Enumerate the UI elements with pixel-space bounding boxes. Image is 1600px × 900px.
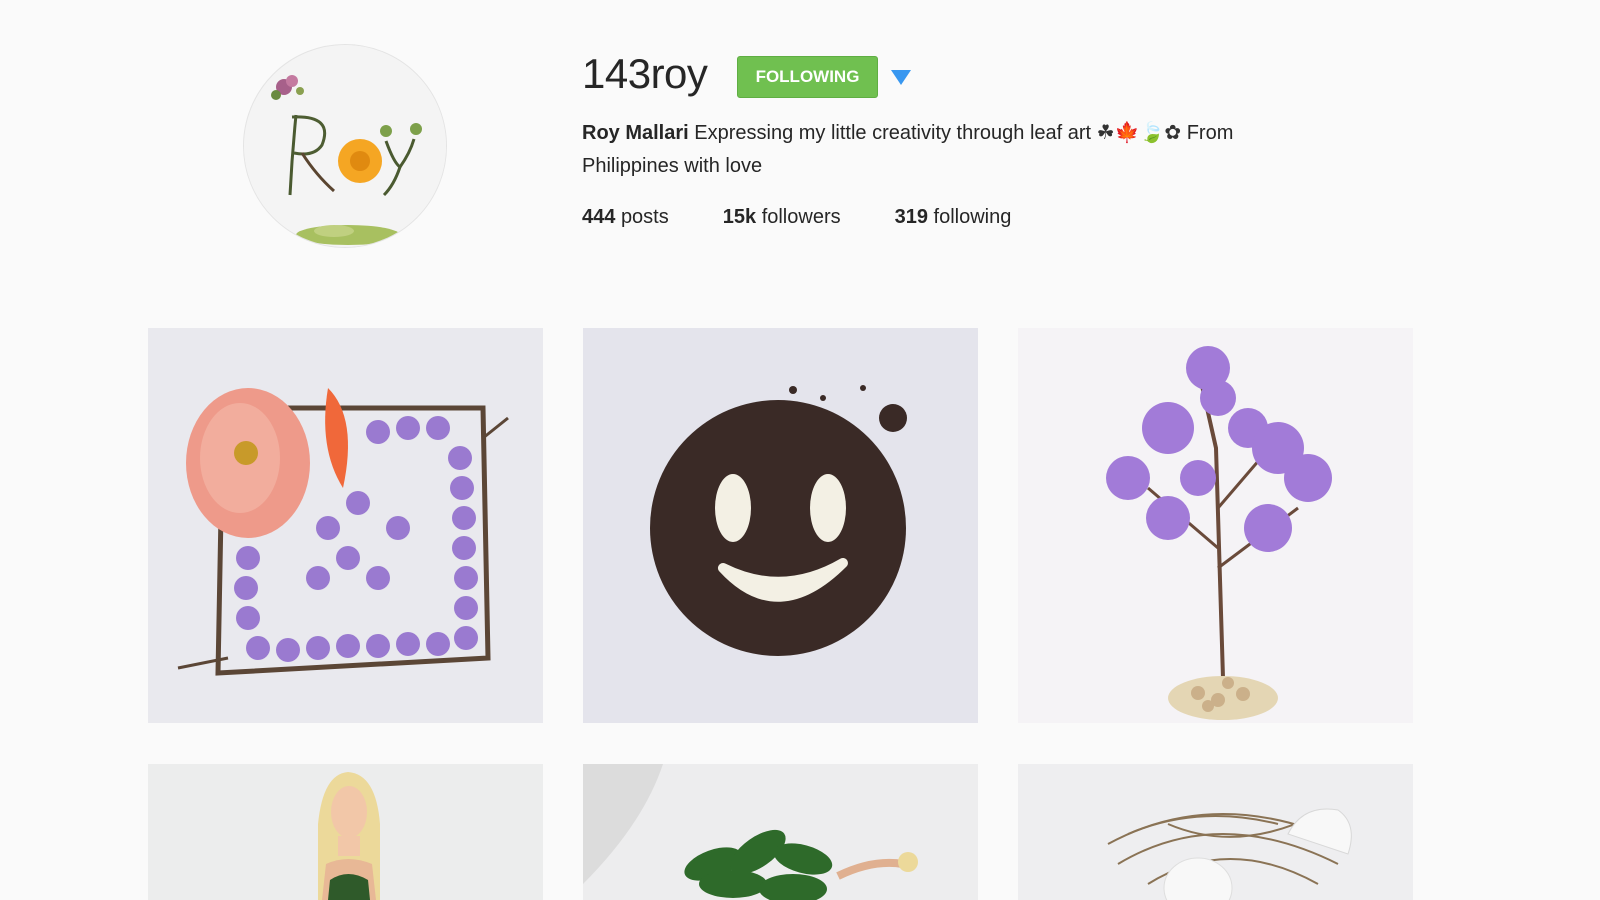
- post-tile-2[interactable]: [583, 328, 978, 723]
- post-tile-6[interactable]: [1018, 764, 1413, 900]
- profile-stats: 444 posts 15k followers 319 following: [582, 202, 1065, 232]
- profile-bio: Roy Mallari Expressing my little creativ…: [582, 117, 1322, 183]
- leaf-art-avatar-icon: [244, 45, 446, 247]
- post-tile-4[interactable]: [148, 764, 543, 900]
- purple-tree-photo: [1018, 328, 1413, 723]
- profile-full-name: Roy Mallari: [582, 122, 689, 144]
- doll-photo: [148, 764, 543, 900]
- stat-followers-label: followers: [761, 206, 841, 228]
- stat-followers[interactable]: 15k followers: [723, 202, 841, 232]
- options-dropdown-button[interactable]: [890, 68, 912, 86]
- following-button[interactable]: FOLLOWING: [737, 56, 878, 98]
- triangle-down-icon: [891, 70, 911, 85]
- post-tile-5[interactable]: [583, 764, 978, 900]
- profile-username: 143roy: [582, 50, 708, 97]
- stat-posts: 444 posts: [582, 202, 669, 232]
- bio-text: Expressing my little creativity through …: [694, 122, 1092, 144]
- stat-posts-label: posts: [620, 206, 669, 228]
- stat-following-label: following: [933, 206, 1012, 228]
- bio-emoji: ☘🍁🍃✿: [1096, 122, 1182, 144]
- stat-followers-value: 15k: [722, 206, 757, 228]
- bird-nest-egg-photo: [1018, 764, 1413, 900]
- profile-avatar[interactable]: [243, 44, 447, 248]
- post-tile-3[interactable]: [1018, 328, 1413, 723]
- stat-posts-value: 444: [582, 206, 616, 228]
- post-tile-1[interactable]: [148, 328, 543, 723]
- green-leaves-photo: [583, 764, 978, 900]
- cookie-smiley-photo: [583, 328, 978, 723]
- stat-following[interactable]: 319 following: [895, 202, 1012, 232]
- profile-page: 143roy FOLLOWING Roy Mallari Expressing …: [0, 0, 1600, 900]
- stat-following-value: 319: [894, 206, 928, 228]
- flower-frame-photo: [148, 328, 543, 723]
